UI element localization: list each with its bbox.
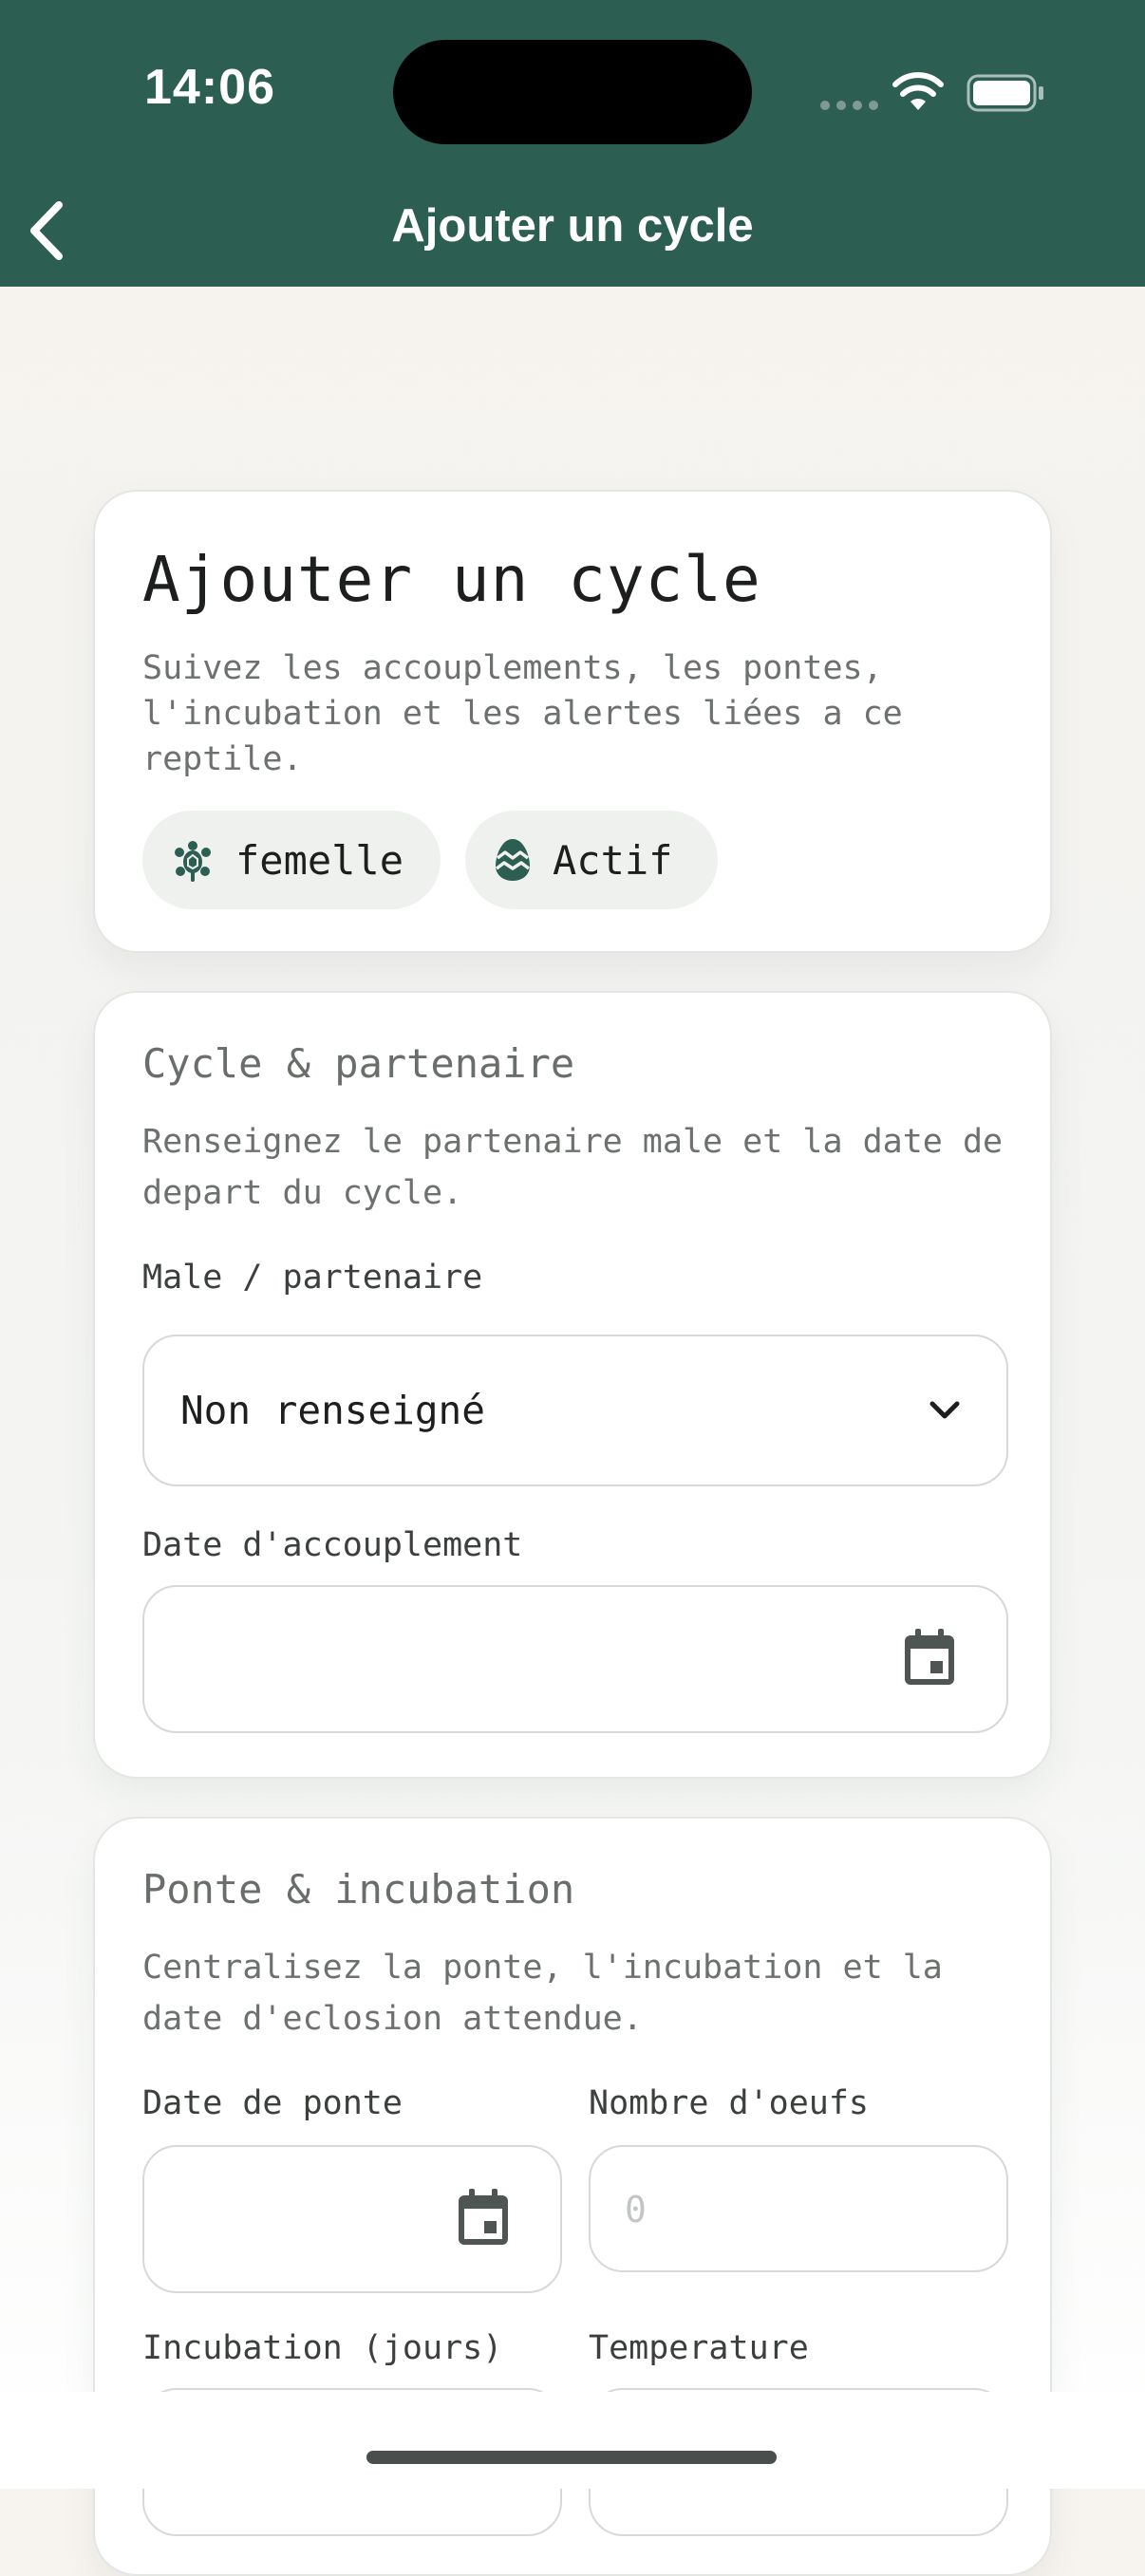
male-partner-select[interactable]: Non renseigné xyxy=(142,1335,1008,1486)
bottom-safe-area xyxy=(0,2392,1145,2489)
page-description: Suivez les accouplements, les pontes, l'… xyxy=(142,649,903,778)
mating-date-input[interactable] xyxy=(142,1585,1008,1733)
calendar-icon xyxy=(905,1629,954,1685)
dynamic-island xyxy=(393,40,752,144)
wifi-icon xyxy=(892,72,944,110)
mating-date-label: Date d'accouplement xyxy=(142,1526,523,1564)
laying-date-label: Date de ponte xyxy=(142,2084,403,2122)
incubation-days-label: Incubation (jours) xyxy=(142,2329,503,2367)
sex-chip-label: femelle xyxy=(235,836,404,884)
chevron-down-icon xyxy=(929,1401,960,1419)
section-description: Centralisez la ponte, l'incubation et la… xyxy=(142,1949,943,2038)
cellular-signal-icon xyxy=(820,101,878,110)
turtle-icon xyxy=(175,841,211,882)
header-title: Ajouter un cycle xyxy=(391,200,754,252)
eggs-count-input[interactable]: 0 xyxy=(589,2145,1008,2272)
calendar-icon xyxy=(459,2189,508,2245)
egg-icon xyxy=(495,839,531,881)
eggs-count-placeholder: 0 xyxy=(625,2189,647,2231)
status-chip-label: Actif xyxy=(553,836,673,884)
temperature-label: Temperature xyxy=(589,2329,809,2367)
eggs-count-label: Nombre d'oeufs xyxy=(589,2084,870,2122)
status-chip: Actif xyxy=(465,811,718,909)
section-title: Ponte & incubation xyxy=(142,1866,575,1913)
section-title: Cycle & partenaire xyxy=(142,1040,575,1087)
male-partner-value: Non renseigné xyxy=(180,1388,485,1433)
section-description: Renseignez le partenaire male et la date… xyxy=(142,1123,1004,1212)
battery-icon xyxy=(967,74,1043,112)
page-title: Ajouter un cycle xyxy=(142,543,761,616)
cycle-section-card: Cycle & partenaire Renseignez le partena… xyxy=(93,991,1052,1779)
home-indicator[interactable] xyxy=(366,2451,777,2464)
male-partner-label: Male / partenaire xyxy=(142,1259,483,1297)
hero-card: Ajouter un cycle Suivez les accouplement… xyxy=(93,490,1052,953)
laying-date-input[interactable] xyxy=(142,2145,562,2293)
app-header: 14:06 Ajouter un cycle xyxy=(0,0,1145,287)
status-time: 14:06 xyxy=(144,60,275,115)
sex-chip: femelle xyxy=(142,811,441,909)
